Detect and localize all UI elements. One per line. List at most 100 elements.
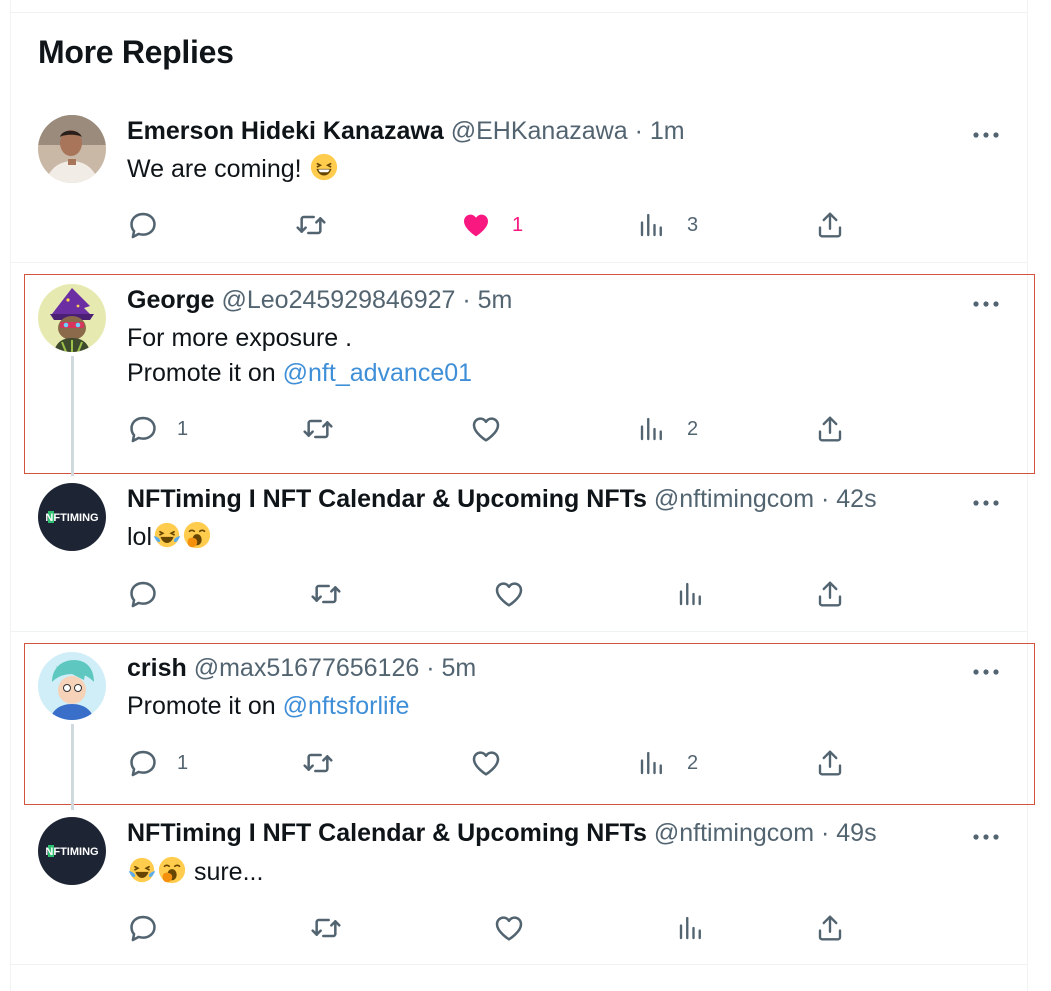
section-title: More Replies [38, 34, 234, 70]
display-name[interactable]: crish [127, 654, 187, 682]
display-name[interactable]: NFTiming I NFT Calendar & Upcoming NFTs [127, 485, 647, 513]
display-name[interactable]: NFTiming I NFT Calendar & Upcoming NFTs [127, 819, 647, 847]
thread-connector [71, 356, 74, 476]
like-button[interactable]: 1 [460, 205, 523, 245]
post-header: NFTiming I NFT Calendar & Upcoming NFTs … [127, 818, 877, 848]
mention-link[interactable]: @nftsforlife [283, 692, 410, 720]
more-dots-icon [971, 130, 1001, 140]
views-button[interactable]: 3 [637, 205, 698, 245]
handle[interactable]: @EHKanazawa [451, 117, 628, 145]
post-text: sure... [127, 855, 263, 889]
divider [10, 262, 1028, 263]
views-count: 3 [687, 213, 699, 236]
post-header: crish @max51677656126 · 5m [127, 653, 476, 683]
handle[interactable]: @max51677656126 [194, 654, 420, 682]
views-count: 2 [687, 417, 699, 440]
share-icon [815, 579, 845, 609]
post-text-line1: For more exposure . [127, 324, 353, 352]
more-dots-icon [971, 498, 1001, 508]
reply-button[interactable] [127, 908, 159, 948]
top-divider [10, 12, 1028, 13]
views-button[interactable]: 2 [637, 743, 698, 783]
retweet-icon [310, 578, 342, 610]
post-text-line2: Promote it on @nft_advance01 [127, 356, 472, 390]
share-button[interactable] [815, 205, 845, 245]
timestamp[interactable]: 1m [650, 117, 685, 145]
avatar-nftiming[interactable]: NFTIMING [38, 483, 106, 551]
timestamp[interactable]: 5m [442, 654, 477, 682]
like-button[interactable] [493, 908, 525, 948]
views-button[interactable] [676, 574, 706, 614]
like-button[interactable] [470, 743, 502, 783]
reply-count: 1 [177, 751, 189, 774]
like-button[interactable] [493, 574, 525, 614]
share-button[interactable] [815, 908, 845, 948]
views-count: 2 [687, 751, 699, 774]
heart-icon [493, 578, 525, 610]
post-text: Promote it on @nftsforlife [127, 689, 409, 723]
handle[interactable]: @nftimingcom [654, 819, 814, 847]
like-button[interactable] [470, 409, 502, 449]
retweet-button[interactable] [310, 908, 342, 948]
avatar-george[interactable] [38, 284, 106, 352]
reply-button[interactable]: 1 [127, 743, 188, 783]
retweet-button[interactable] [302, 743, 334, 783]
share-button[interactable] [815, 409, 845, 449]
timestamp[interactable]: 42s [836, 485, 876, 513]
share-button[interactable] [815, 743, 845, 783]
more-options-button[interactable] [971, 495, 1001, 505]
avatar-crish[interactable] [38, 652, 106, 720]
tears-of-joy-emoji [127, 855, 157, 885]
retweet-button[interactable] [310, 574, 342, 614]
more-options-button[interactable] [971, 664, 1001, 674]
reply-button[interactable]: 1 [127, 409, 188, 449]
display-name[interactable]: George [127, 286, 215, 314]
post-text-content: Promote it on [127, 359, 283, 387]
post-text-content: We are coming! [127, 155, 302, 183]
more-options-button[interactable] [971, 829, 1001, 839]
display-name[interactable]: Emerson Hideki Kanazawa [127, 117, 444, 145]
mention-link[interactable]: @nft_advance01 [283, 359, 472, 387]
views-button[interactable] [676, 908, 706, 948]
retweet-button[interactable] [302, 409, 334, 449]
share-icon [815, 748, 845, 778]
heart-icon [470, 747, 502, 779]
grinning-squinting-emoji [309, 152, 339, 182]
more-dots-icon [971, 832, 1001, 842]
post-text: We are coming! [127, 152, 339, 186]
heart-icon [493, 912, 525, 944]
views-button[interactable]: 2 [637, 409, 698, 449]
share-icon [815, 210, 845, 240]
reply-button[interactable] [127, 205, 159, 245]
post-text-content: lol [127, 523, 153, 551]
timestamp[interactable]: 49s [836, 819, 876, 847]
handle[interactable]: @Leo245929846927 [221, 286, 455, 314]
more-options-button[interactable] [971, 127, 1001, 137]
post-actions [127, 574, 847, 614]
post-actions [127, 908, 847, 948]
bar-chart-icon [637, 210, 667, 240]
yawning-face-emoji [182, 520, 212, 550]
nftiming-logo-avatar-image: NFTIMING [38, 483, 106, 551]
timestamp[interactable]: 5m [478, 286, 513, 314]
more-dots-icon [971, 667, 1001, 677]
share-icon [815, 414, 845, 444]
retweet-button[interactable] [295, 205, 327, 245]
dot-separator: · [462, 286, 471, 314]
avatar-emerson[interactable] [38, 115, 106, 183]
like-count: 1 [512, 213, 524, 236]
cartoon-boy-avatar-image [38, 652, 106, 720]
avatar-logo-text: NFTIMING [45, 512, 98, 524]
post-text-content: sure... [187, 858, 264, 886]
share-button[interactable] [815, 574, 845, 614]
more-options-button[interactable] [971, 296, 1001, 306]
post-actions: 1 2 [127, 409, 847, 449]
nftiming-logo-avatar-image: NFTIMING [38, 817, 106, 885]
dot-separator: · [820, 485, 830, 513]
handle[interactable]: @nftimingcom [654, 485, 814, 513]
reply-icon [127, 209, 159, 241]
reply-button[interactable] [127, 574, 159, 614]
post-actions: 1 3 [127, 205, 847, 245]
avatar-nftiming[interactable]: NFTIMING [38, 817, 106, 885]
tears-of-joy-emoji [152, 520, 182, 550]
